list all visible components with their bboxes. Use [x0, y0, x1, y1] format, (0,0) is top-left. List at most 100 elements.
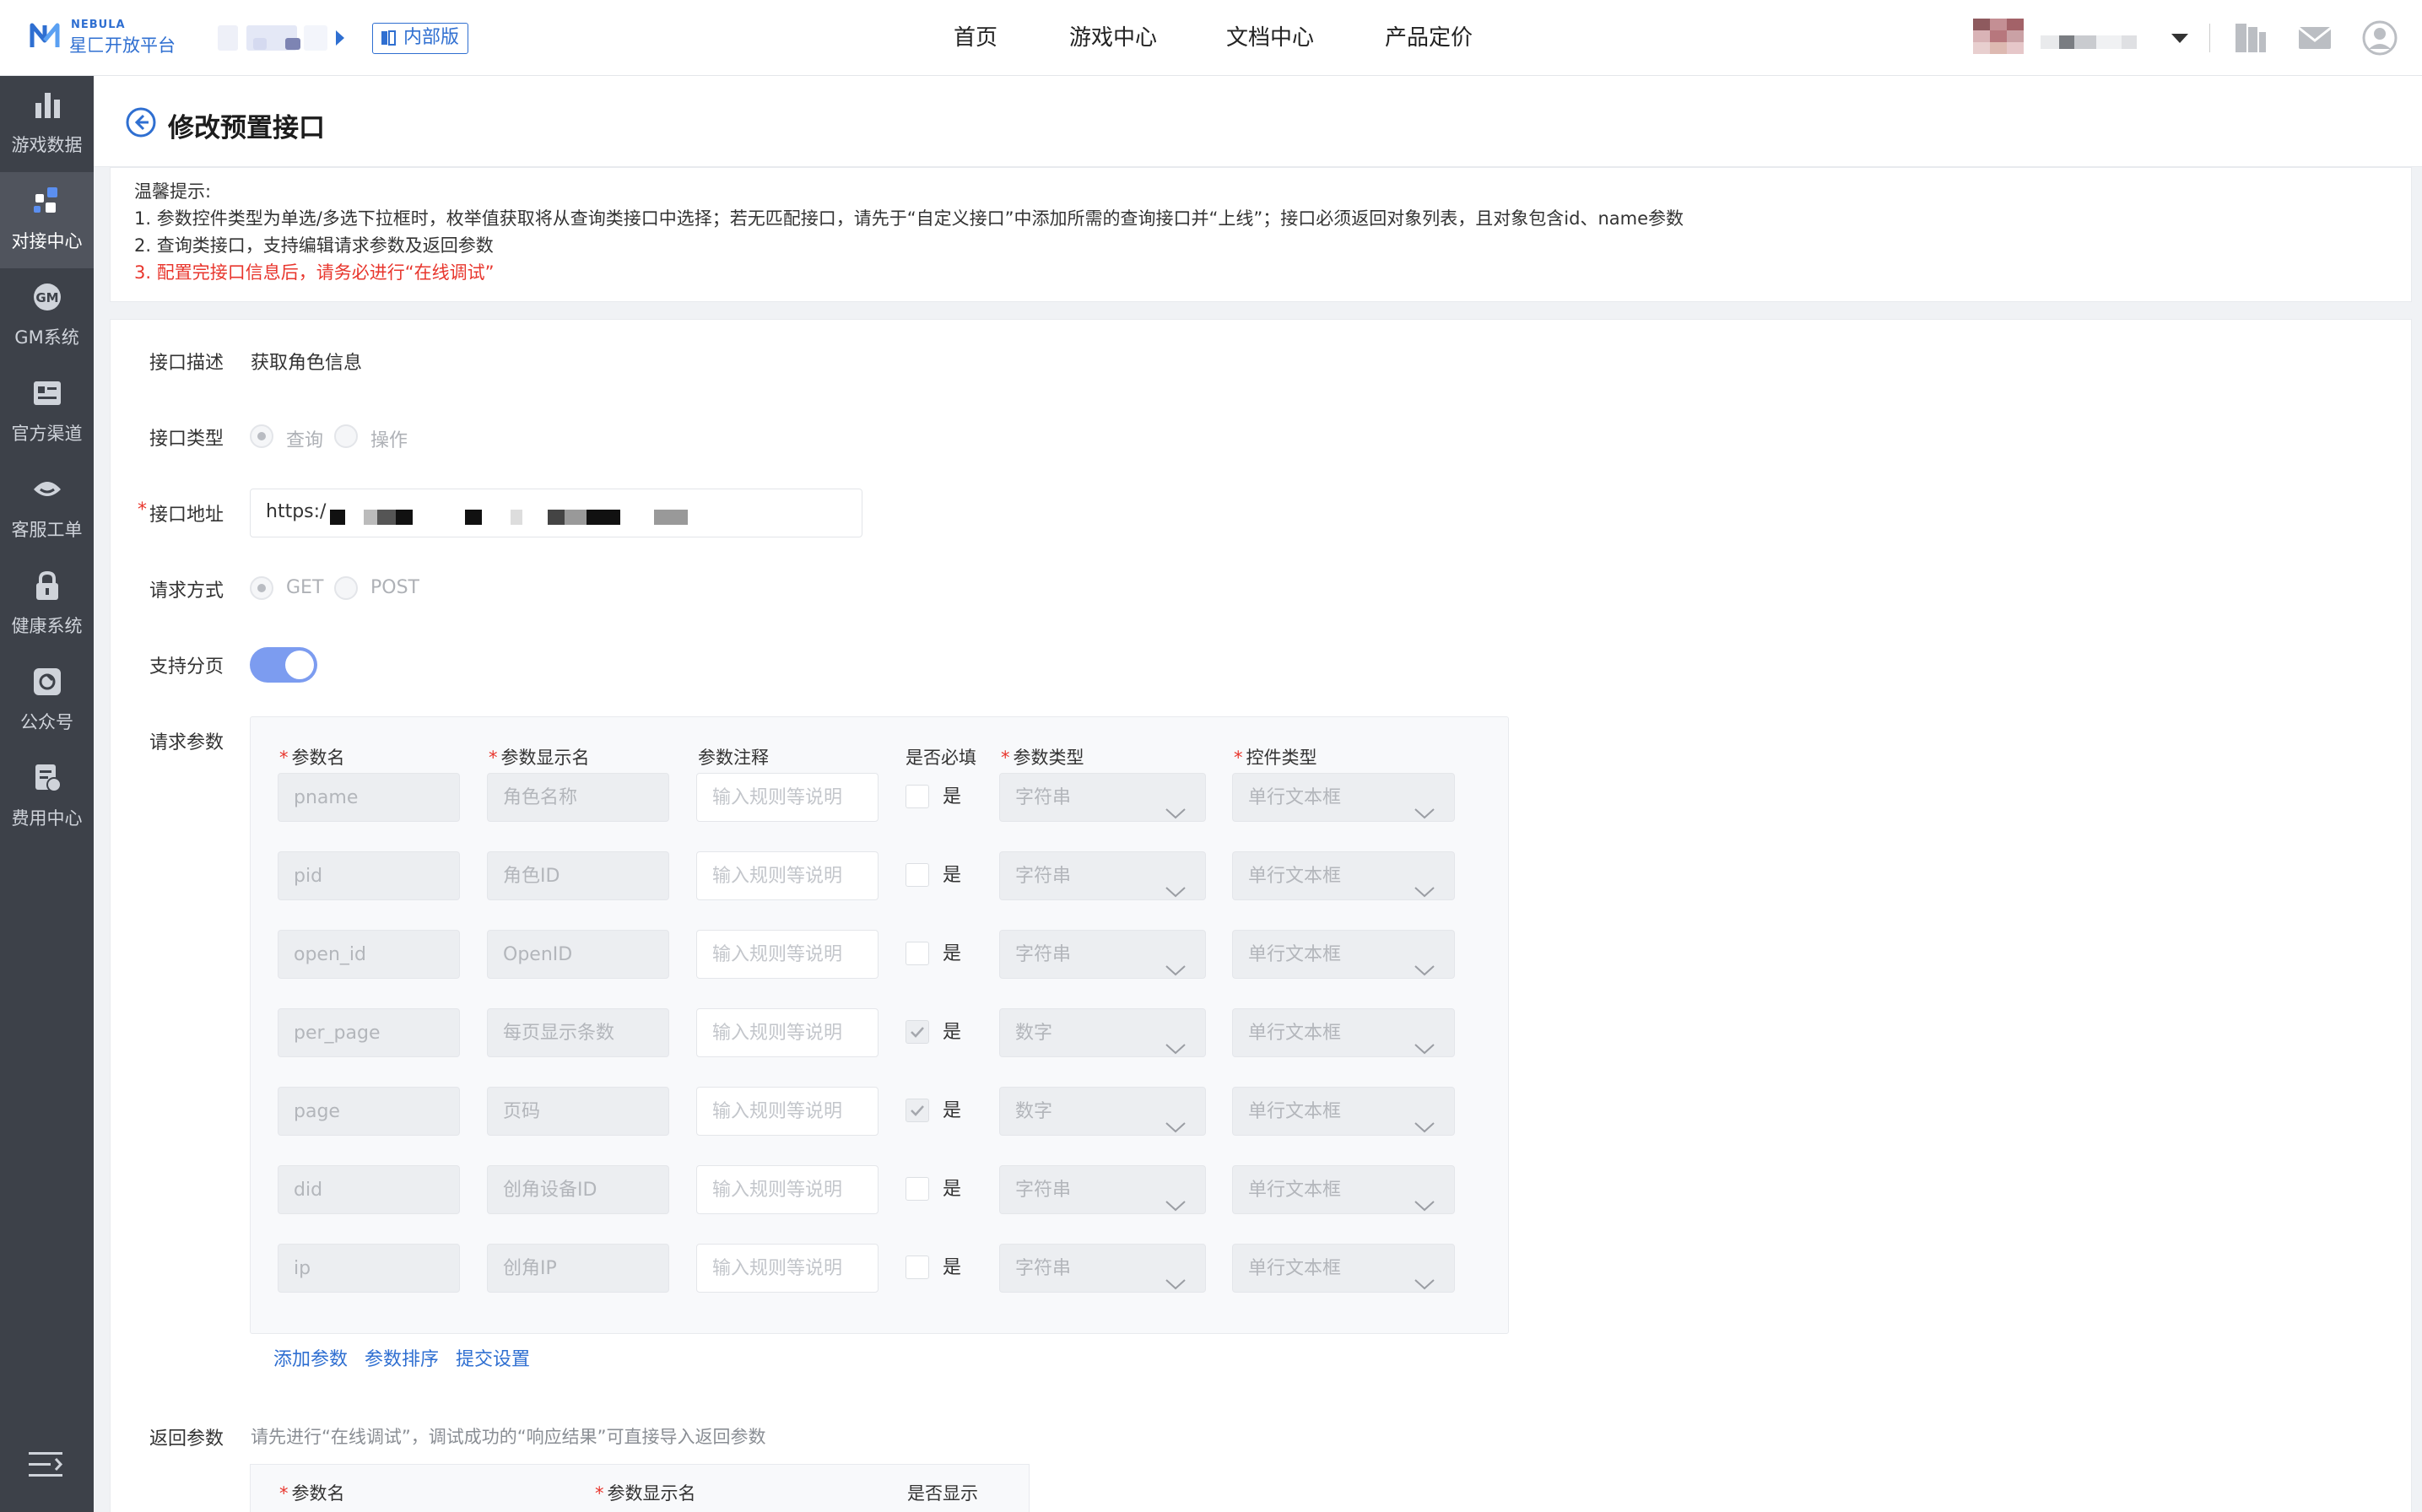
required-checkbox[interactable] [906, 1020, 929, 1044]
required-checkbox[interactable] [906, 1099, 929, 1122]
table-row: did 创角设备ID 输入规则等说明 是 字符串 单行文本框 [251, 1165, 1508, 1214]
required-checkbox[interactable] [906, 942, 929, 965]
sidebar-item-label: 对接中心 [11, 231, 83, 251]
page-title: 修改预置接口 [168, 113, 325, 143]
col-header-name: * 参数名 [279, 748, 345, 768]
control-type-select: 单行文本框 [1232, 773, 1455, 822]
control-type-value: 单行文本框 [1248, 944, 1342, 965]
table-row: ip 创角IP 输入规则等说明 是 字符串 单行文本框 [251, 1244, 1508, 1293]
brand-logo[interactable]: NEBULA 星匚开放平台 [27, 17, 196, 59]
param-note-input[interactable]: 输入规则等说明 [696, 851, 879, 900]
method-radio-get[interactable] [250, 576, 273, 600]
sidebar-item-billing[interactable]: 费用中心 [0, 749, 94, 845]
sidebar-item-gm[interactable]: GM GM系统 [0, 268, 94, 364]
bill-icon [35, 764, 62, 792]
sidebar-item-game-data[interactable]: 游戏数据 [0, 76, 94, 172]
param-display-field: 角色ID [487, 851, 669, 900]
menu-collapse-icon[interactable] [27, 1449, 64, 1481]
method-label: 请求方式 [149, 580, 224, 602]
required-checkbox[interactable] [906, 1256, 929, 1279]
param-type-value: 数字 [1015, 1023, 1053, 1044]
type-radio-query[interactable] [250, 424, 273, 448]
required-label: 是 [943, 943, 962, 964]
user-icon[interactable] [2360, 19, 2399, 57]
add-param-link[interactable]: 添加参数 [273, 1344, 348, 1371]
brand-name-cn: 星匚开放平台 [69, 35, 176, 56]
doc-icon[interactable] [2230, 19, 2269, 57]
url-redacted [330, 510, 688, 525]
tips-title: 温馨提示: [134, 181, 212, 202]
interface-form: 接口描述 获取角色信息 接口类型 查询 操作 * 接口地址 https:/ 请求方… [110, 319, 2412, 1512]
resp-col-header-display: * 参数显示名 [595, 1483, 696, 1504]
param-note-input[interactable]: 输入规则等说明 [696, 1087, 879, 1136]
param-type-select: 数字 [999, 1008, 1206, 1057]
paging-label: 支持分页 [149, 656, 224, 678]
paging-toggle[interactable] [250, 647, 317, 683]
type-option-query: 查询 [286, 430, 324, 451]
url-prefix: https:/ [266, 501, 327, 522]
param-note-input[interactable]: 输入规则等说明 [696, 1244, 879, 1293]
type-label: 接口类型 [149, 429, 224, 450]
control-type-select: 单行文本框 [1232, 930, 1455, 979]
chevron-down-icon [1165, 1104, 1187, 1133]
request-params-table: * 参数名 * 参数显示名 参数注释 是否必填 * 参数类型 * 控件类型 pname 角… [250, 716, 1509, 1334]
req-params-label: 请求参数 [149, 732, 224, 753]
required-label: 是 [943, 1257, 962, 1278]
control-type-select: 单行文本框 [1232, 1087, 1455, 1136]
resp-params-hint: 请先进行“在线调试”，调试成功的“响应结果”可直接导入返回参数 [251, 1427, 766, 1447]
nav-pricing[interactable]: 产品定价 [1385, 0, 1503, 76]
param-name-field: pid [278, 851, 460, 900]
resp-params-label: 返回参数 [149, 1428, 224, 1450]
param-type-value: 数字 [1015, 1101, 1053, 1122]
wechat-icon [34, 668, 61, 695]
param-note-input[interactable]: 输入规则等说明 [696, 1165, 879, 1214]
param-type-value: 字符串 [1015, 787, 1072, 808]
param-name-field: did [278, 1165, 460, 1214]
param-note-input[interactable]: 输入规则等说明 [696, 1008, 879, 1057]
param-note-input[interactable]: 输入规则等说明 [696, 930, 879, 979]
sidebar-item-health[interactable]: 健康系统 [0, 557, 94, 653]
required-checkbox[interactable] [906, 863, 929, 887]
internal-version-tag[interactable]: 内部版 [372, 23, 469, 54]
required-checkbox[interactable] [906, 785, 929, 808]
lock-icon [36, 570, 58, 600]
table-row: page 页码 输入规则等说明 是 数字 单行文本框 [251, 1087, 1508, 1136]
chevron-down-icon [1414, 1026, 1435, 1055]
mail-icon[interactable] [2295, 19, 2334, 57]
nav-home[interactable]: 首页 [954, 0, 1021, 76]
control-type-value: 单行文本框 [1248, 866, 1342, 887]
param-note-input[interactable]: 输入规则等说明 [696, 773, 879, 822]
col-header-text: 参数名 [291, 748, 345, 768]
param-type-value: 字符串 [1015, 1258, 1072, 1279]
control-type-value: 单行文本框 [1248, 1258, 1342, 1279]
nav-docs[interactable]: 文档中心 [1226, 0, 1344, 76]
sidebar-item-label: 健康系统 [11, 616, 83, 636]
url-input[interactable]: https:/ [250, 489, 862, 537]
method-radio-post[interactable] [334, 576, 358, 600]
sidebar-item-support-ticket[interactable]: 客服工单 [0, 461, 94, 557]
type-radio-operate[interactable] [334, 424, 358, 448]
user-menu-caret-icon[interactable] [2171, 34, 2188, 43]
required-checkbox[interactable] [906, 1177, 929, 1201]
toggle-knob [285, 651, 314, 679]
submit-settings-link[interactable]: 提交设置 [456, 1344, 530, 1371]
param-name-field: ip [278, 1244, 460, 1293]
sidebar-item-official-channel[interactable]: 官方渠道 [0, 364, 94, 461]
chevron-down-icon [1414, 1104, 1435, 1133]
param-name-field: page [278, 1087, 460, 1136]
table-row: per_page 每页显示条数 输入规则等说明 是 数字 单行文本框 [251, 1008, 1508, 1057]
username-redacted[interactable] [2041, 32, 2167, 52]
sort-params-link[interactable]: 参数排序 [365, 1344, 439, 1371]
sidebar-item-official-account[interactable]: 公众号 [0, 653, 94, 749]
sidebar-item-integration[interactable]: 对接中心 [0, 172, 94, 268]
card-icon [34, 381, 61, 405]
caret-right-icon [336, 30, 344, 46]
back-arrow-icon[interactable] [125, 106, 157, 138]
connect-icon [34, 187, 57, 213]
nav-game-center[interactable]: 游戏中心 [1069, 0, 1187, 76]
chevron-down-icon [1165, 1183, 1187, 1212]
top-bar: NEBULA 星匚开放平台 内部版 首页 游戏中心 文档中心 产品定价 [0, 0, 2422, 76]
param-name-field: per_page [278, 1008, 460, 1057]
param-display-field: 角色名称 [487, 773, 669, 822]
avatar[interactable] [1973, 19, 2024, 54]
